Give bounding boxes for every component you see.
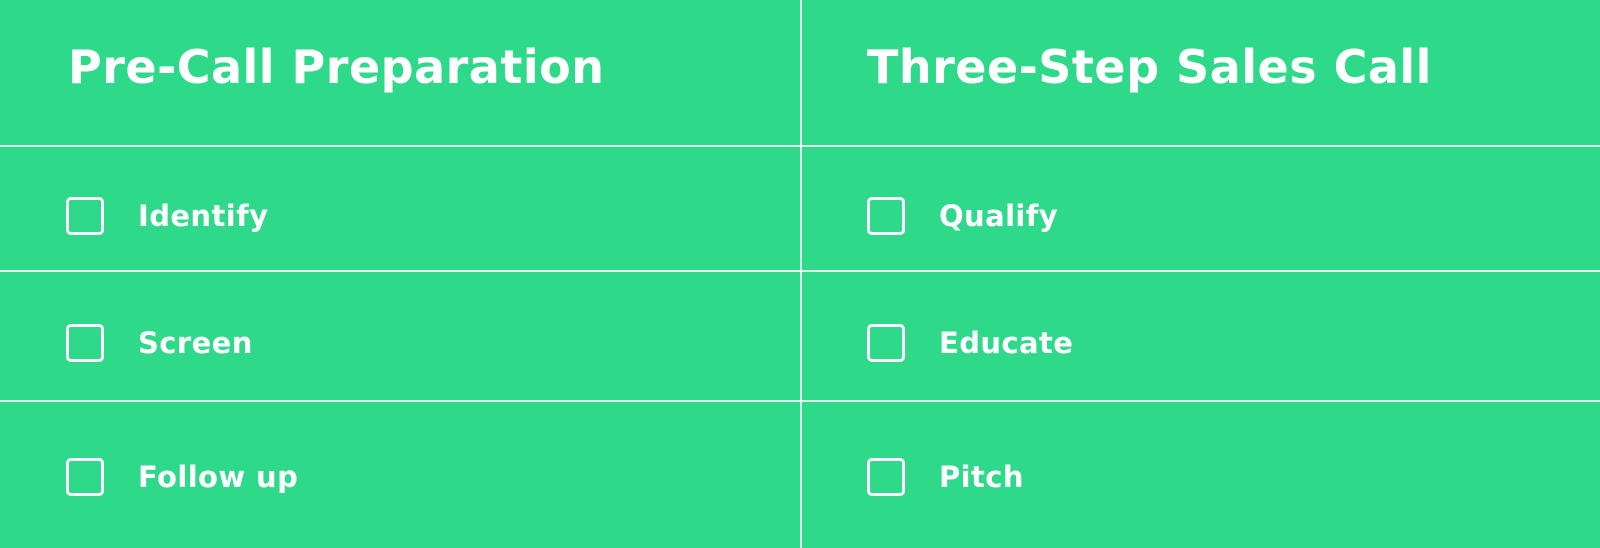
checklist-item-label: Screen <box>138 326 253 360</box>
checkbox[interactable] <box>867 197 905 235</box>
checklist-item-educate[interactable]: Educate <box>867 321 1073 365</box>
checkbox[interactable] <box>66 458 104 496</box>
column-pre-call-preparation: Pre-Call Preparation Identify Screen Fol… <box>0 0 800 548</box>
checkbox[interactable] <box>867 458 905 496</box>
checklist-item-label: Qualify <box>939 199 1059 233</box>
checklist-item-follow-up[interactable]: Follow up <box>66 455 298 499</box>
checklist-item-label: Pitch <box>939 460 1024 494</box>
checklist-item-pitch[interactable]: Pitch <box>867 455 1024 499</box>
column-heading: Three-Step Sales Call <box>867 40 1432 94</box>
checklist-item-qualify[interactable]: Qualify <box>867 194 1058 238</box>
checkbox[interactable] <box>66 197 104 235</box>
checklist-item-label: Educate <box>939 326 1074 360</box>
checkbox[interactable] <box>66 324 104 362</box>
column-three-step-sales-call: Three-Step Sales Call Qualify Educate Pi… <box>801 0 1600 548</box>
column-heading: Pre-Call Preparation <box>68 40 605 94</box>
checklist-item-screen[interactable]: Screen <box>66 321 253 365</box>
checklist-item-label: Follow up <box>138 460 299 494</box>
checklist-table: Pre-Call Preparation Identify Screen Fol… <box>0 0 1600 548</box>
checklist-item-label: Identify <box>138 199 269 233</box>
checklist-item-identify[interactable]: Identify <box>66 194 268 238</box>
checkbox[interactable] <box>867 324 905 362</box>
